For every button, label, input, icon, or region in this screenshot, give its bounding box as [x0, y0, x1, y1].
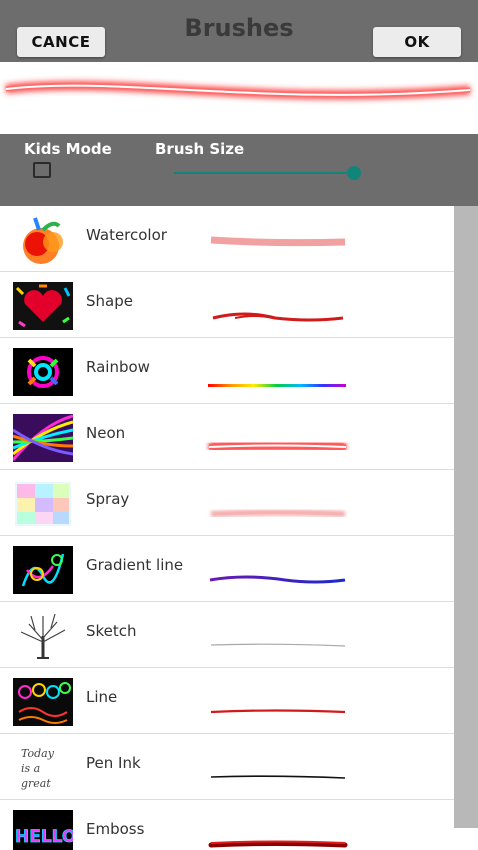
- brush-row-neon[interactable]: Neon: [0, 404, 454, 470]
- brush-name: Neon: [86, 424, 126, 442]
- brush-name: Shape: [86, 292, 133, 310]
- brush-row-emboss[interactable]: HELLO Emboss: [0, 800, 454, 850]
- brush-size-label: Brush Size: [155, 140, 245, 158]
- brush-name: Line: [86, 688, 118, 706]
- thumb-text: is a: [21, 762, 40, 775]
- brush-name: Watercolor: [86, 226, 167, 244]
- emboss-stroke-sample: [208, 840, 348, 848]
- brush-name: Spray: [86, 490, 130, 508]
- spray-stroke-sample: [210, 509, 346, 517]
- settings-bar: Kids Mode Brush Size: [0, 134, 478, 206]
- handwriting-icon: Today is a great: [13, 744, 73, 792]
- spray-grid-icon: [15, 482, 71, 526]
- preview-stroke: [5, 81, 471, 100]
- apple-painting-icon: [23, 217, 63, 264]
- brush-name: Sketch: [86, 622, 137, 640]
- brush-name: Gradient line: [86, 556, 184, 574]
- shape-stroke-sample: [212, 312, 344, 322]
- thumb-text: great: [21, 777, 51, 790]
- brush-row-watercolor[interactable]: Watercolor: [0, 206, 454, 272]
- brush-row-pen-ink[interactable]: Today is a great Pen Ink: [0, 734, 454, 800]
- watercolor-stroke-sample: [210, 236, 346, 247]
- rainbow-flower-icon: [13, 348, 73, 396]
- kids-mode-checkbox[interactable]: [33, 162, 51, 178]
- thumb-text: Today: [21, 747, 55, 760]
- brush-name: Rainbow: [86, 358, 150, 376]
- thumb-text: HELLO: [15, 827, 73, 847]
- brush-size-slider[interactable]: [174, 172, 354, 174]
- gradient-line-stroke-sample: [209, 575, 346, 584]
- neon-lines-icon: [13, 414, 73, 462]
- line-stroke-sample: [210, 709, 346, 714]
- sketch-stroke-sample: [210, 643, 346, 647]
- brush-name: Emboss: [86, 820, 145, 838]
- brush-row-sketch[interactable]: Sketch: [0, 602, 454, 668]
- title-bar: CANCE Brushes OK: [0, 0, 478, 62]
- brush-row-spray[interactable]: Spray: [0, 470, 454, 536]
- line-doodle-icon: [13, 678, 73, 726]
- brush-size-slider-thumb[interactable]: [347, 166, 361, 180]
- brush-row-gradient-line[interactable]: Gradient line: [0, 536, 454, 602]
- list-scrollbar[interactable]: [454, 206, 478, 828]
- gradient-doodle-icon: [13, 546, 73, 594]
- kids-mode-label: Kids Mode: [24, 140, 112, 158]
- brush-row-line[interactable]: Line: [0, 668, 454, 734]
- brush-name: Pen Ink: [86, 754, 141, 772]
- brush-row-rainbow[interactable]: Rainbow: [0, 338, 454, 404]
- brush-list: Watercolor Shape Rainbow Neon Spray Grad…: [0, 206, 454, 850]
- rainbow-stroke-sample: [208, 384, 346, 387]
- ok-button[interactable]: OK: [373, 27, 461, 57]
- brush-row-shape[interactable]: Shape: [0, 272, 454, 338]
- hello-emboss-icon: HELLO: [13, 810, 73, 850]
- heart-pattern-icon: [13, 282, 73, 330]
- tree-sketch-icon: [13, 612, 73, 660]
- brush-preview: [0, 62, 478, 134]
- neon-stroke-sample: [208, 441, 347, 452]
- pen-ink-stroke-sample: [210, 775, 346, 779]
